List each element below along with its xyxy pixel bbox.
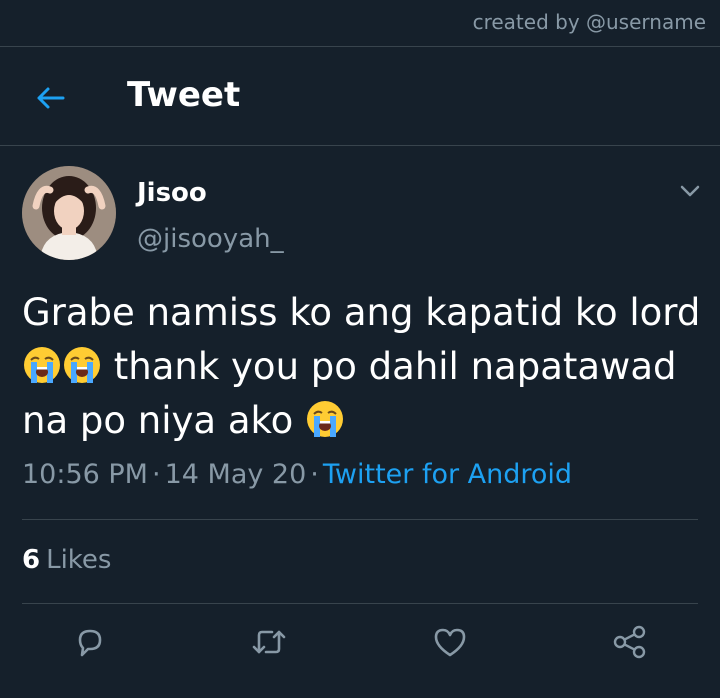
page-title: Tweet bbox=[127, 75, 241, 115]
back-button[interactable] bbox=[30, 80, 70, 116]
watermark-text: created by @username bbox=[472, 10, 706, 34]
share-icon bbox=[613, 625, 646, 659]
tweet-meta: 10:56 PM · 14 May 20 · Twitter for Android bbox=[22, 459, 572, 490]
avatar[interactable] bbox=[22, 166, 116, 260]
back-arrow-icon bbox=[37, 87, 65, 109]
tweet-date: 14 May 20 bbox=[164, 459, 307, 490]
tweet-line: Grabe namiss ko ang kapatid ko lord bbox=[22, 291, 701, 334]
separator: · bbox=[151, 459, 161, 490]
tweet-line: na po niya ako bbox=[22, 394, 702, 448]
crying-face-icon bbox=[62, 345, 102, 385]
crying-face-icon bbox=[22, 345, 62, 385]
chevron-down-icon bbox=[680, 185, 700, 197]
more-options-button[interactable] bbox=[676, 180, 704, 202]
likes-stat[interactable]: 6 Likes bbox=[22, 545, 111, 575]
like-button[interactable] bbox=[430, 622, 470, 662]
share-button[interactable] bbox=[610, 622, 650, 662]
author-handle[interactable]: @jisooyah_ bbox=[137, 224, 284, 254]
retweet-button[interactable] bbox=[249, 622, 289, 662]
divider bbox=[0, 46, 720, 47]
tweet-line-text: thank you po dahil napatawad bbox=[102, 345, 677, 388]
tweet-text: Grabe namiss ko ang kapatid ko lord than… bbox=[22, 286, 702, 448]
heart-icon bbox=[434, 628, 466, 657]
tweet-time: 10:56 PM bbox=[22, 459, 148, 490]
likes-count: 6 bbox=[22, 545, 41, 575]
crying-face-icon bbox=[305, 399, 345, 439]
reply-icon bbox=[78, 629, 102, 657]
tweet-line-text: na po niya ako bbox=[22, 399, 306, 442]
retweet-icon bbox=[252, 630, 286, 654]
likes-label: Likes bbox=[46, 545, 112, 575]
divider bbox=[22, 603, 698, 604]
tweet-source-link[interactable]: Twitter for Android bbox=[323, 459, 572, 490]
divider bbox=[0, 145, 720, 146]
author-name[interactable]: Jisoo bbox=[137, 178, 207, 208]
separator: · bbox=[310, 459, 319, 490]
tweet-line: thank you po dahil napatawad bbox=[22, 340, 702, 394]
reply-button[interactable] bbox=[70, 622, 110, 662]
divider bbox=[22, 519, 698, 520]
